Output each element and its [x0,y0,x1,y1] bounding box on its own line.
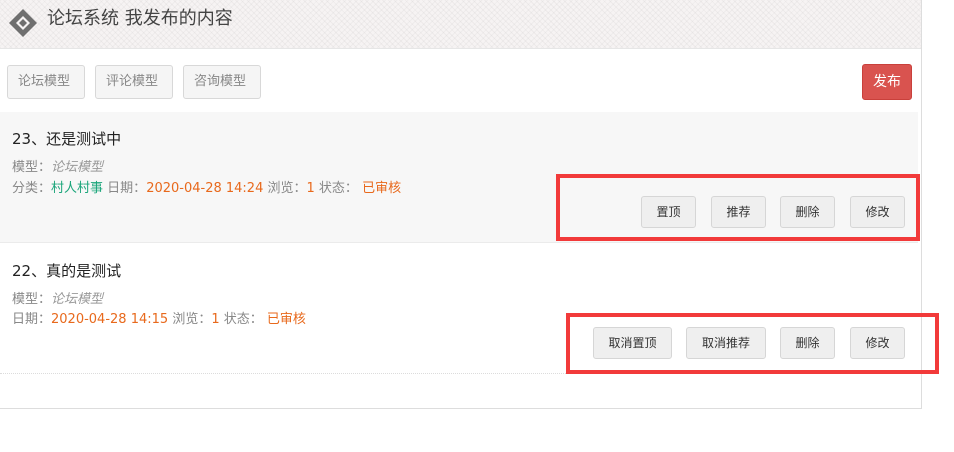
tab-consult-model[interactable]: 咨询模型 [183,65,261,99]
header-bar: 论坛系统 我发布的内容 [0,0,921,49]
status-label: 状态： [318,181,358,196]
views-label: 浏览： [172,312,212,327]
views-value: 1 [211,312,220,327]
post-title[interactable]: 23、还是测试中 [12,128,121,149]
post-model-line: 模型：论坛模型 [12,288,103,307]
post-meta-line: 日期：2020-04-28 14:15 浏览：1 状态： 已审核 [12,308,306,327]
tab-comment-model[interactable]: 评论模型 [95,65,173,99]
date-label: 日期： [12,312,52,327]
category-label: 分类： [12,181,52,196]
model-value: 论坛模型 [51,160,104,175]
date-value: 2020-04-28 14:15 [51,312,169,327]
post-title[interactable]: 22、真的是测试 [12,260,121,281]
diamond-logo-icon [9,9,37,37]
views-value: 1 [306,181,315,196]
highlight-box [556,174,920,241]
post-model-line: 模型：论坛模型 [12,156,103,175]
page-title: 论坛系统 我发布的内容 [47,8,233,29]
views-label: 浏览： [267,181,307,196]
tab-forum-model[interactable]: 论坛模型 [7,65,85,99]
highlight-box [566,313,939,374]
date-value: 2020-04-28 14:24 [146,181,264,196]
model-label: 模型： [12,160,52,175]
date-label: 日期： [107,181,147,196]
status-value: 已审核 [266,312,306,327]
publish-button[interactable]: 发布 [862,64,912,100]
model-value: 论坛模型 [51,292,104,307]
post-meta-line: 分类：村人村事 日期：2020-04-28 14:24 浏览：1 状态： 已审核 [12,177,401,196]
status-value: 已审核 [362,181,402,196]
model-label: 模型： [12,292,52,307]
status-label: 状态： [223,312,263,327]
category-link[interactable]: 村人村事 [51,181,103,196]
